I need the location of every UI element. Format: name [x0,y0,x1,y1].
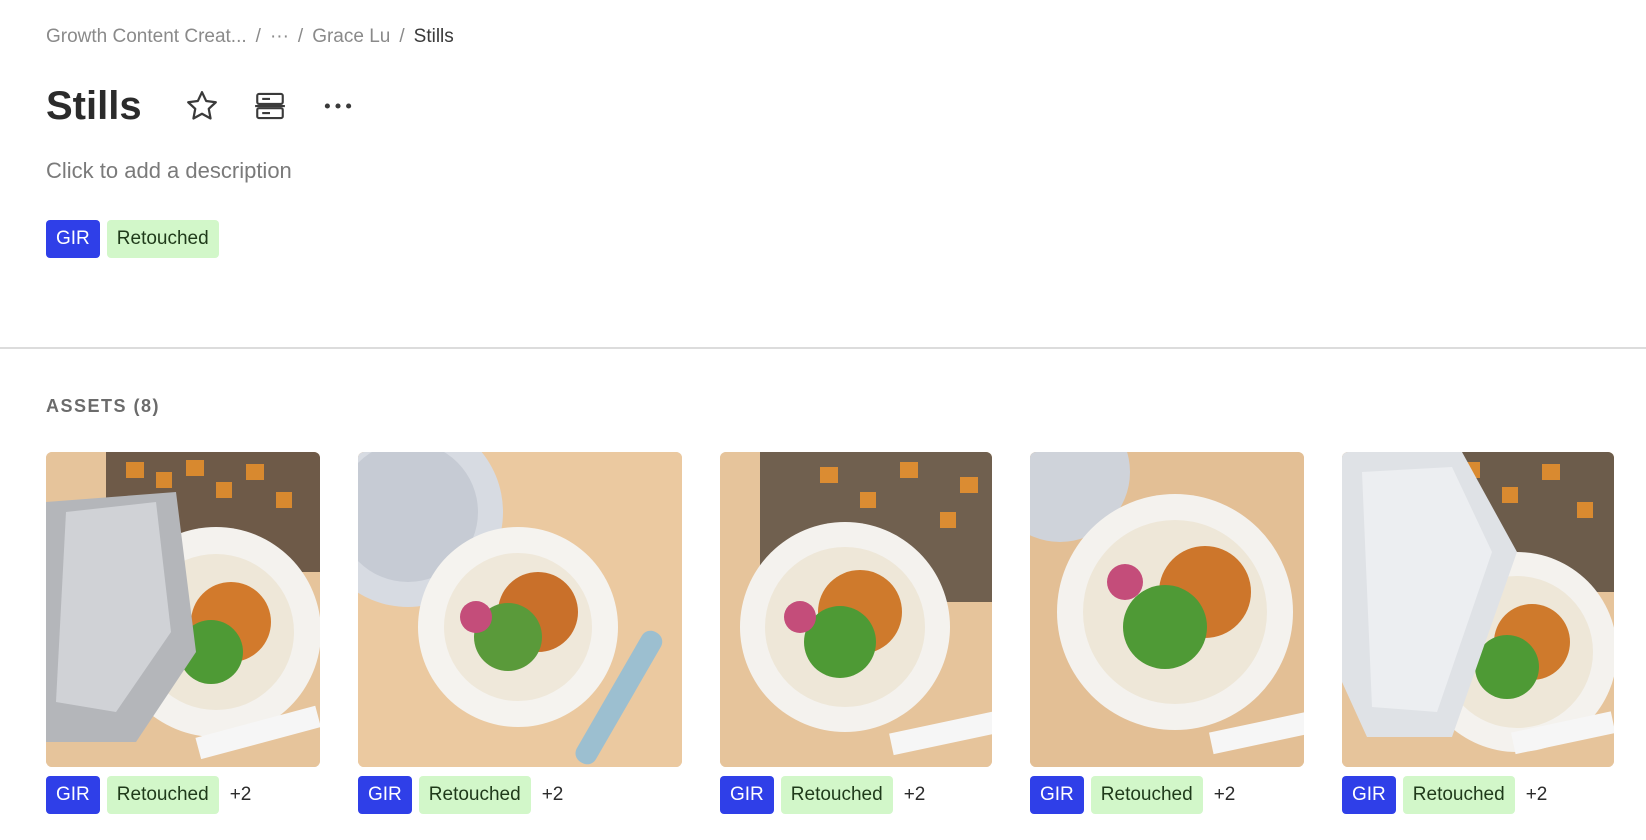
asset-thumbnail[interactable] [720,452,992,767]
description-field[interactable]: Click to add a description [46,158,292,184]
title-row: Stills [46,78,360,134]
asset-tags: GIR Retouched +2 [358,776,682,814]
asset-tags: GIR Retouched +2 [1342,776,1614,814]
more-icon[interactable] [316,84,360,128]
asset-thumbnail[interactable] [358,452,682,767]
breadcrumb-separator: / [297,26,304,47]
tag-gir[interactable]: GIR [46,776,100,814]
tag-gir[interactable]: GIR [720,776,774,814]
page-title: Stills [46,84,142,128]
header-tags: GIR Retouched [46,220,226,258]
star-icon[interactable] [180,84,224,128]
tag-retouched[interactable]: Retouched [418,776,531,814]
tag-retouched[interactable]: Retouched [106,776,219,814]
more-tags-count[interactable]: +2 [230,784,252,806]
asset-card[interactable]: GIR Retouched +2 [46,452,320,814]
layout-icon[interactable] [248,84,292,128]
asset-card[interactable]: GIR Retouched +2 [1342,452,1614,814]
asset-tags: GIR Retouched +2 [46,776,320,814]
tag-gir[interactable]: GIR [46,220,100,258]
section-divider [0,347,1646,349]
tag-gir[interactable]: GIR [358,776,412,814]
breadcrumb: Growth Content Creat... / ··· / Grace Lu… [46,26,454,48]
asset-card[interactable]: GIR Retouched +2 [1030,452,1304,814]
breadcrumb-separator: / [399,26,405,47]
tag-retouched[interactable]: Retouched [1090,776,1203,814]
tag-retouched[interactable]: Retouched [106,220,219,258]
breadcrumb-item-ellipsis[interactable]: ··· [270,26,289,48]
more-tags-count[interactable]: +2 [1214,784,1236,806]
asset-card[interactable]: GIR Retouched +2 [358,452,682,814]
tag-retouched[interactable]: Retouched [1402,776,1515,814]
asset-tags: GIR Retouched +2 [720,776,992,814]
tag-retouched[interactable]: Retouched [780,776,893,814]
breadcrumb-current: Stills [413,26,454,47]
tag-gir[interactable]: GIR [1030,776,1084,814]
more-tags-count[interactable]: +2 [904,784,926,806]
breadcrumb-item-project[interactable]: Growth Content Creat... [46,26,247,48]
tag-gir[interactable]: GIR [1342,776,1396,814]
breadcrumb-item-user[interactable]: Grace Lu [312,26,390,48]
asset-card[interactable]: GIR Retouched +2 [720,452,992,814]
asset-tags: GIR Retouched +2 [1030,776,1304,814]
breadcrumb-separator: / [255,26,261,47]
more-tags-count[interactable]: +2 [1526,784,1548,806]
asset-thumbnail[interactable] [1342,452,1614,767]
assets-section-label: ASSETS (8) [46,396,161,416]
asset-thumbnail[interactable] [46,452,320,767]
asset-thumbnail[interactable] [1030,452,1304,767]
more-tags-count[interactable]: +2 [542,784,564,806]
